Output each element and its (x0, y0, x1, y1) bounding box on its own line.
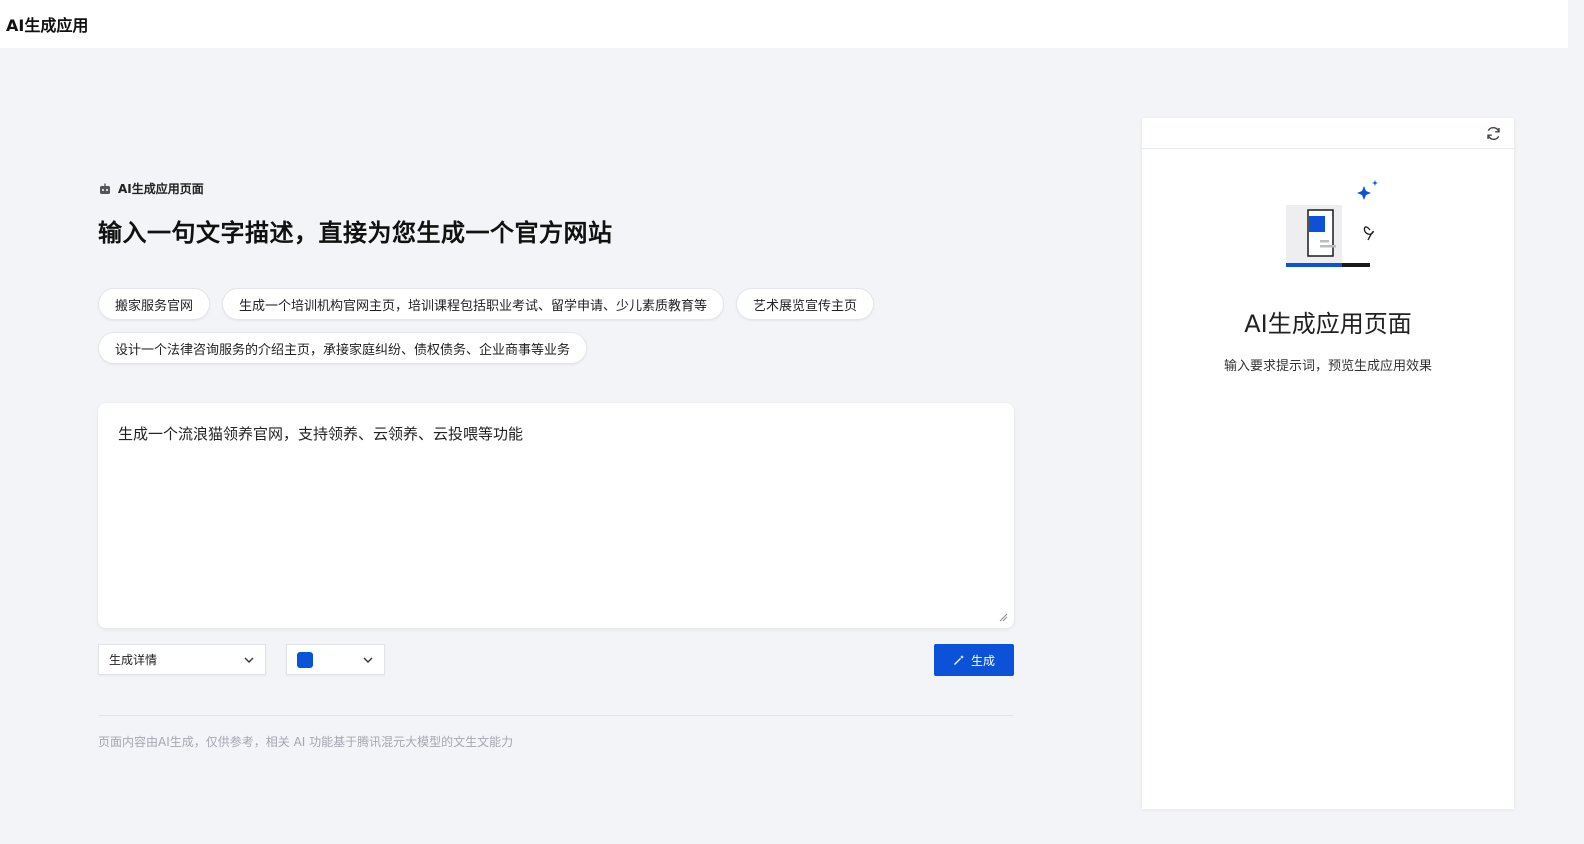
generate-button-label: 生成 (970, 653, 995, 668)
top-bar: AI生成应用 (0, 0, 1568, 48)
generate-type-select[interactable]: 生成详情 (98, 644, 266, 675)
app-title: AI生成应用 (6, 16, 89, 35)
preview-header (1142, 118, 1514, 149)
document-sparkle-illustration (1286, 180, 1378, 267)
hero-section: AI生成应用页面 输入一句文字描述，直接为您生成一个官方网站 (98, 180, 1014, 248)
suggestion-chip[interactable]: 设计一个法律咨询服务的介绍主页，承接家庭纠纷、债权债务、企业商事等业务 (98, 332, 588, 364)
color-select[interactable] (286, 644, 385, 675)
generate-type-value: 生成详情 (109, 653, 158, 667)
controls-bar: 生成详情 生成 (98, 644, 1014, 676)
generate-button[interactable]: 生成 (934, 644, 1014, 676)
sparkle-icon (1357, 186, 1371, 200)
suggestion-list: 搬家服务官网 生成一个培训机构官网主页，培训课程包括职业考试、留学申请、少儿素质… (98, 288, 918, 364)
scrollbar[interactable] (1568, 0, 1584, 844)
hero-badge-label: AI生成应用页面 (118, 182, 204, 196)
hero-badge: AI生成应用页面 (98, 180, 1014, 197)
suggestion-chip[interactable]: 艺术展览宣传主页 (736, 288, 875, 320)
prompt-input[interactable]: 生成一个流浪猫领养官网，支持领养、云领养、云投喂等功能 (98, 403, 1014, 628)
divider (98, 715, 1014, 716)
chevron-down-icon (244, 657, 254, 663)
suggestion-chip[interactable]: 搬家服务官网 (98, 288, 211, 320)
preview-title: AI生成应用页面 (1244, 310, 1412, 338)
magic-wand-icon (954, 655, 964, 665)
color-swatch (297, 651, 313, 668)
prompt-container: 生成一个流浪猫领养官网，支持领养、云领养、云投喂等功能 (98, 403, 1014, 628)
preview-panel: AI生成应用页面 输入要求提示词，预览生成应用效果 (1142, 118, 1514, 809)
disclaimer-text: 页面内容由AI生成，仅供参考，相关 AI 功能基于腾讯混元大模型的文生文能力 (98, 735, 514, 749)
refresh-icon[interactable] (1485, 125, 1502, 142)
page-headline: 输入一句文字描述，直接为您生成一个官方网站 (98, 219, 613, 247)
chevron-down-icon (363, 657, 373, 663)
suggestion-chip[interactable]: 生成一个培训机构官网主页，培训课程包括职业考试、留学申请、少儿素质教育等 (222, 288, 725, 320)
resize-handle-icon[interactable] (998, 612, 1008, 622)
robot-icon (100, 183, 110, 194)
preview-subtitle: 输入要求提示词，预览生成应用效果 (1223, 359, 1432, 374)
